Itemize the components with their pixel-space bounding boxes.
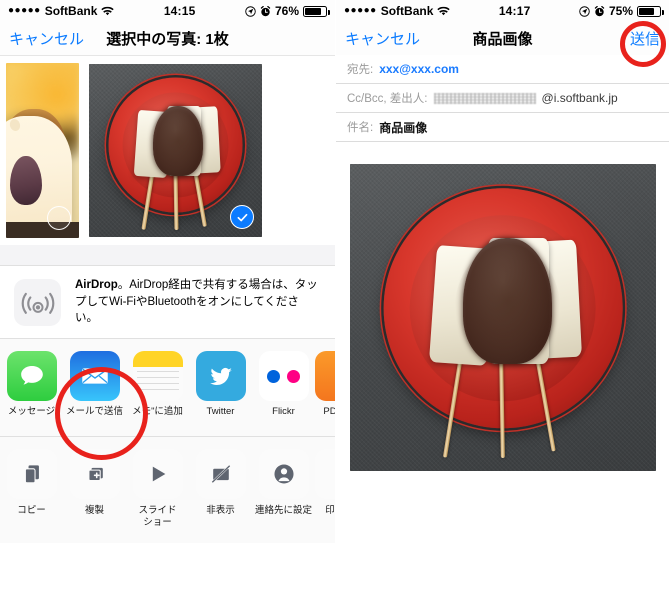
share-app-notes[interactable]: メモ"に追加 <box>126 351 189 428</box>
action-assign-to-contact[interactable]: 連絡先に設定 <box>252 449 315 535</box>
ccbcc-domain: @i.softbank.jp <box>541 91 618 105</box>
carrier-label: SoftBank <box>380 4 434 18</box>
hide-slash-icon <box>195 449 246 499</box>
photo-dango-large <box>350 164 656 471</box>
flickr-icon <box>258 351 309 401</box>
airdrop-row[interactable]: AirDrop。AirDrop経由で共有する場合は、タップしてWi-FiやBlu… <box>0 265 335 339</box>
wifi-icon <box>437 6 451 17</box>
airdrop-text: AirDrop。AirDrop経由で共有する場合は、タップしてWi-FiやBlu… <box>75 277 321 327</box>
location-arrow-icon <box>245 5 256 17</box>
nav-bar-right: キャンセル 商品画像 送信 <box>336 22 669 55</box>
share-app-mail[interactable]: メールで送信 <box>63 351 126 428</box>
clock-label: 14:17 <box>498 4 531 18</box>
pdf-icon <box>315 351 335 401</box>
airdrop-title: AirDrop <box>75 279 118 291</box>
share-app-label: メモ"に追加 <box>132 406 183 417</box>
action-duplicate[interactable]: 複製 <box>63 449 126 535</box>
signal-dots-icon: ●●●●● <box>8 5 41 16</box>
share-app-label: メッセージ <box>7 406 56 417</box>
action-copy[interactable]: コピー <box>0 449 63 535</box>
nav-bar-left: キャンセル 選択中の写真: 1枚 <box>0 22 335 55</box>
carrier-label: SoftBank <box>44 4 98 18</box>
contact-person-icon <box>258 449 309 499</box>
mail-icon <box>69 351 120 401</box>
screenshot-root: ●●●●● SoftBank 14:15 76% キャンセル 選択中の写真: 1… <box>0 0 669 591</box>
share-app-messages[interactable]: メッセージ <box>0 351 63 428</box>
action-more[interactable]: 印 <box>315 449 335 535</box>
action-label-line2: ショー <box>143 516 172 528</box>
attached-photo-dango[interactable] <box>350 164 656 471</box>
mail-body[interactable] <box>336 142 669 471</box>
duplicate-plus-icon <box>69 449 120 499</box>
battery-percent-label: 76% <box>274 4 299 18</box>
ccbcc-field-label: Cc/Bcc, 差出人: <box>347 93 428 105</box>
battery-percent-label: 75% <box>608 4 633 18</box>
alarm-clock-icon <box>594 5 605 17</box>
circle-outline-icon[interactable] <box>47 206 71 230</box>
wifi-icon <box>101 6 115 17</box>
twitter-icon <box>195 351 246 401</box>
subject-field-value[interactable]: 商品画像 <box>379 119 427 136</box>
play-triangle-icon <box>132 449 183 499</box>
battery-icon <box>303 5 330 17</box>
action-hide[interactable]: 非表示 <box>189 449 252 535</box>
to-field-label: 宛先: <box>347 64 374 76</box>
check-circle-icon[interactable] <box>230 205 254 229</box>
share-app-flickr[interactable]: Flickr <box>252 351 315 428</box>
copy-icon <box>6 449 57 499</box>
notes-icon <box>132 351 183 401</box>
share-app-pdf[interactable]: PD <box>315 351 335 428</box>
clock-label: 14:15 <box>163 4 196 18</box>
action-label-line1: スライド <box>138 505 177 516</box>
subject-field-label: 件名: <box>347 122 374 134</box>
location-arrow-icon <box>579 5 590 17</box>
action-label: スライド ショー <box>138 505 176 529</box>
action-label: 複製 <box>84 505 104 516</box>
status-bar-right: ●●●●● SoftBank 14:17 75% <box>336 0 669 22</box>
action-label: コピー <box>17 505 46 516</box>
action-slideshow[interactable]: スライド ショー <box>126 449 189 535</box>
selected-photos-strip[interactable] <box>0 55 335 245</box>
share-app-label: Twitter <box>206 406 235 417</box>
actions-row[interactable]: コピー 複製 スライド ショー 非表示 連絡先に設定 印 <box>0 437 335 543</box>
messages-icon <box>6 351 57 401</box>
action-label: 印 <box>325 505 335 516</box>
strip-gap <box>0 245 335 265</box>
share-apps-row[interactable]: メッセージ メールで送信 メモ"に追加 Twitter Flickr P <box>0 339 335 437</box>
signal-dots-icon: ●●●●● <box>344 5 377 16</box>
cancel-button[interactable]: キャンセル <box>9 28 84 49</box>
share-app-label: メールで送信 <box>65 406 123 417</box>
action-label: 非表示 <box>206 505 235 516</box>
send-button[interactable]: 送信 <box>630 28 660 49</box>
cancel-button[interactable]: キャンセル <box>345 28 420 49</box>
alarm-clock-icon <box>260 5 271 17</box>
printer-icon <box>315 449 335 499</box>
left-panel-share-sheet: ●●●●● SoftBank 14:15 76% キャンセル 選択中の写真: 1… <box>0 0 335 591</box>
subject-field-row[interactable]: 件名: 商品画像 <box>336 113 669 142</box>
share-app-label: Flickr <box>272 406 295 417</box>
thumbnail-dango[interactable] <box>89 64 262 237</box>
status-bar-left: ●●●●● SoftBank 14:15 76% <box>0 0 335 22</box>
right-panel-mail-compose: ●●●●● SoftBank 14:17 75% キャンセル 商品画像 送信 宛… <box>335 0 669 591</box>
share-app-label: PD <box>323 406 335 417</box>
redacted-address <box>433 92 536 104</box>
to-field-row[interactable]: 宛先: xxx@xxx.com <box>336 55 669 84</box>
airdrop-icon <box>14 278 61 326</box>
share-app-twitter[interactable]: Twitter <box>189 351 252 428</box>
ccbcc-field-row[interactable]: Cc/Bcc, 差出人: @i.softbank.jp <box>336 84 669 113</box>
action-label: 連絡先に設定 <box>254 505 312 516</box>
battery-icon <box>637 5 664 17</box>
thumbnail-anpan[interactable] <box>6 63 79 238</box>
to-field-value[interactable]: xxx@xxx.com <box>379 62 459 76</box>
